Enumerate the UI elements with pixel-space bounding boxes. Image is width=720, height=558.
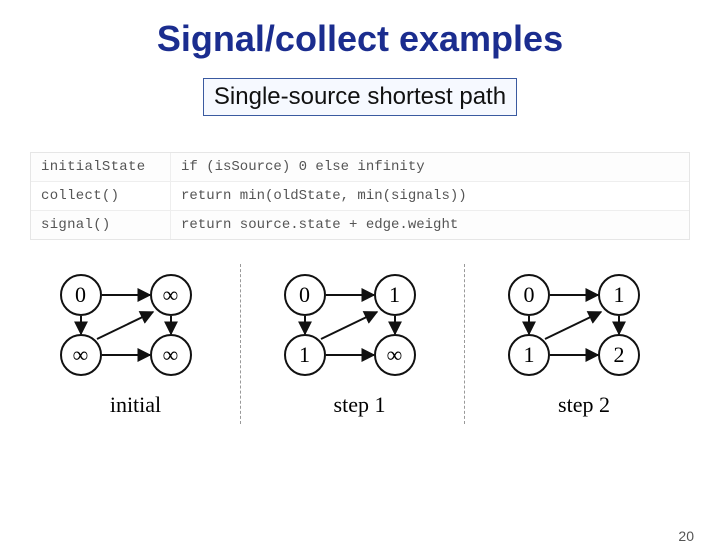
cell-label: signal() (31, 211, 171, 239)
node: 1 (508, 334, 550, 376)
panel-step2: 0 1 1 2 step 2 (479, 264, 689, 424)
panel-step1: 0 1 1 ∞ step 1 (255, 264, 465, 424)
table-row: initialState if (isSource) 0 else infini… (31, 153, 689, 182)
node: ∞ (150, 334, 192, 376)
node: ∞ (374, 334, 416, 376)
node: ∞ (60, 334, 102, 376)
node: 1 (374, 274, 416, 316)
graph-step1: 0 1 1 ∞ (270, 274, 450, 384)
panel-caption: step 1 (255, 392, 464, 418)
panel-initial: 0 ∞ ∞ ∞ initial (31, 264, 241, 424)
table-row: signal() return source.state + edge.weig… (31, 211, 689, 239)
cell-body: return source.state + edge.weight (171, 211, 689, 239)
slide-title: Signal/collect examples (0, 18, 720, 60)
panel-caption: step 2 (479, 392, 689, 418)
graph-initial: 0 ∞ ∞ ∞ (46, 274, 226, 384)
node: 1 (284, 334, 326, 376)
panel-caption: initial (31, 392, 240, 418)
node: 2 (598, 334, 640, 376)
node: 0 (60, 274, 102, 316)
cell-label: collect() (31, 182, 171, 210)
code-table: initialState if (isSource) 0 else infini… (30, 152, 690, 240)
diagram-row: 0 ∞ ∞ ∞ initial 0 1 1 ∞ (24, 264, 696, 424)
node: 1 (598, 274, 640, 316)
cell-body: return min(oldState, min(signals)) (171, 182, 689, 210)
node: 0 (284, 274, 326, 316)
table-row: collect() return min(oldState, min(signa… (31, 182, 689, 211)
subtitle-box: Single-source shortest path (203, 78, 517, 116)
graph-step2: 0 1 1 2 (494, 274, 674, 384)
node: 0 (508, 274, 550, 316)
cell-body: if (isSource) 0 else infinity (171, 153, 689, 181)
node: ∞ (150, 274, 192, 316)
page-number: 20 (678, 528, 694, 544)
cell-label: initialState (31, 153, 171, 181)
